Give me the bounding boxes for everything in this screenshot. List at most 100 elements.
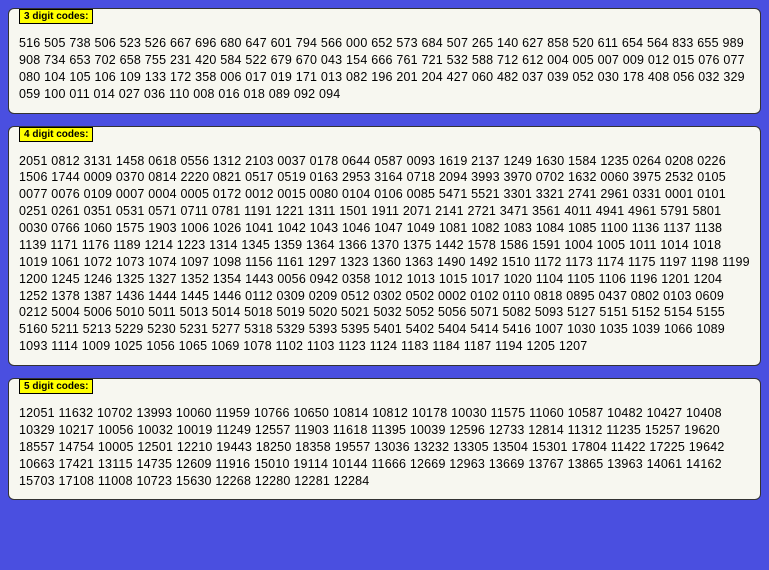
code-value: 0571: [148, 204, 177, 218]
code-value: 011: [69, 87, 90, 101]
code-value: 1175: [628, 255, 656, 269]
code-value: 0110: [503, 289, 531, 303]
code-value: 1442: [435, 238, 464, 252]
code-value: 4961: [628, 204, 657, 218]
code-value: 0085: [407, 187, 436, 201]
code-value: 10702: [97, 406, 133, 420]
code-value: 0001: [665, 187, 694, 201]
code-value: 10723: [136, 474, 172, 488]
panel-5-digit: 5 digit codes: 12051 11632 10702 13993 1…: [8, 378, 761, 500]
code-value: 1176: [82, 238, 110, 252]
code-value: 1104: [536, 272, 564, 286]
code-value: 12609: [176, 457, 212, 471]
code-value: 171: [296, 70, 317, 84]
code-value: 0056: [277, 272, 306, 286]
code-value: 5004: [51, 305, 80, 319]
code-value: 12284: [334, 474, 370, 488]
code-value: 0781: [212, 204, 241, 218]
code-value: 1204: [694, 272, 723, 286]
code-value: 12733: [489, 423, 525, 437]
code-value: 1065: [179, 339, 208, 353]
code-value: 647: [245, 36, 266, 50]
code-value: 027: [119, 87, 140, 101]
code-value: 482: [497, 70, 518, 84]
code-value: 833: [672, 36, 693, 50]
codes-4-digit: 2051 0812 3131 1458 0618 0556 1312 2103 …: [19, 153, 750, 356]
code-value: 0644: [342, 154, 371, 168]
code-value: 1199: [722, 255, 750, 269]
code-value: 18358: [295, 440, 331, 454]
code-value: 092: [294, 87, 315, 101]
code-value: 2137: [471, 154, 500, 168]
code-value: 15703: [19, 474, 55, 488]
code-value: 5071: [470, 305, 499, 319]
code-value: 019: [271, 70, 292, 84]
code-value: 10144: [332, 457, 368, 471]
code-value: 13865: [568, 457, 604, 471]
code-value: 014: [94, 87, 115, 101]
code-value: 588: [472, 53, 493, 67]
code-value: 11575: [491, 406, 526, 420]
code-value: 654: [622, 36, 643, 50]
code-value: 0109: [84, 187, 113, 201]
code-value: 0814: [148, 170, 177, 184]
code-value: 1501: [339, 204, 368, 218]
code-value: 1223: [177, 238, 206, 252]
code-value: 178: [623, 70, 644, 84]
code-value: 0009: [84, 170, 113, 184]
code-value: 10766: [254, 406, 290, 420]
code-value: 684: [422, 36, 443, 50]
code-value: 0512: [341, 289, 370, 303]
code-value: 1039: [632, 322, 661, 336]
code-value: 712: [497, 53, 518, 67]
code-value: 734: [44, 53, 65, 67]
code-value: 0587: [374, 154, 403, 168]
code-value: 523: [120, 36, 141, 50]
panel-title-5-digit: 5 digit codes:: [19, 379, 93, 394]
code-value: 1014: [660, 238, 689, 252]
code-value: 1323: [340, 255, 369, 269]
code-value: 1012: [374, 272, 403, 286]
code-value: 14754: [58, 440, 94, 454]
code-value: 1191: [244, 204, 272, 218]
code-value: 5471: [439, 187, 468, 201]
code-value: 658: [120, 53, 141, 67]
codes-3-digit: 516 505 738 506 523 526 667 696 680 647 …: [19, 35, 750, 103]
code-value: 089: [269, 87, 290, 101]
code-value: 1245: [51, 272, 80, 286]
code-value: 1019: [19, 255, 48, 269]
code-value: 0005: [180, 187, 209, 201]
code-value: 1156: [245, 255, 273, 269]
code-value: 060: [472, 70, 493, 84]
code-value: 13993: [136, 406, 172, 420]
code-value: 12557: [255, 423, 291, 437]
code-value: 1591: [532, 238, 561, 252]
code-value: 5404: [438, 322, 467, 336]
code-value: 5021: [341, 305, 370, 319]
code-value: 1444: [148, 289, 177, 303]
code-value: 5056: [438, 305, 467, 319]
code-value: 10032: [137, 423, 173, 437]
code-value: 1097: [180, 255, 209, 269]
code-value: 1035: [599, 322, 628, 336]
code-value: 1020: [503, 272, 532, 286]
code-value: 2532: [665, 170, 694, 184]
code-value: 5213: [83, 322, 112, 336]
code-value: 5231: [180, 322, 209, 336]
code-value: 1359: [274, 238, 303, 252]
code-value: 1490: [437, 255, 466, 269]
code-value: 17421: [58, 457, 94, 471]
code-value: 1018: [693, 238, 722, 252]
code-value: 989: [722, 36, 743, 50]
code-value: 5018: [244, 305, 273, 319]
code-value: 11312: [568, 423, 603, 437]
code-value: 0519: [277, 170, 306, 184]
code-value: 5020: [309, 305, 338, 319]
code-value: 1510: [502, 255, 531, 269]
code-value: 1043: [310, 221, 339, 235]
code-value: 106: [94, 70, 115, 84]
code-value: 19642: [689, 440, 725, 454]
code-value: 0618: [148, 154, 177, 168]
code-value: 039: [547, 70, 568, 84]
code-value: 5082: [503, 305, 532, 319]
